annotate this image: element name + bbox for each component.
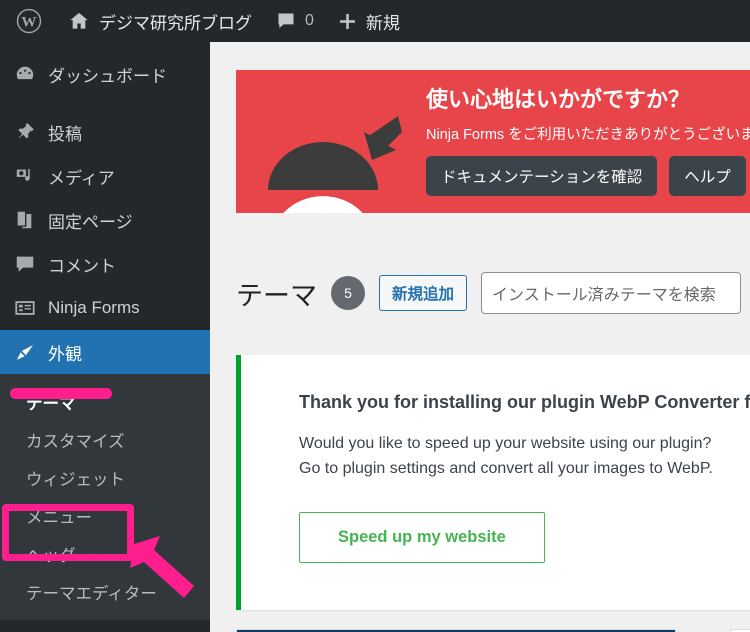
ninja-forms-notice-subtitle: Ninja Forms をご利用いただきありがとうございます。: [426, 126, 750, 143]
dashboard-gauge-icon: [16, 66, 34, 80]
pin-icon: [17, 123, 34, 139]
media-camera-icon: [16, 169, 30, 181]
new-content-label: 新規: [365, 13, 400, 33]
content-area: 使い心地はいかがですか？ Ninja Forms をご利用いただきありがとうござ…: [210, 42, 750, 632]
sidebar-item-media[interactable]: メディア: [0, 154, 210, 198]
sidebar-item-posts[interactable]: 投稿: [0, 110, 210, 154]
annotation-box-menus: [2, 504, 134, 561]
appearance-brush-icon: [16, 345, 34, 360]
plus-icon: [339, 13, 355, 29]
sidebar-item-label: ダッシュボード: [48, 66, 167, 86]
ninja-forms-notice-buttons: ドキュメンテーションを確認 ヘルプ: [426, 155, 750, 196]
wordpress-logo-button[interactable]: W: [0, 0, 56, 42]
wordpress-logo-icon: W: [16, 8, 42, 34]
submenu-item-customize[interactable]: カスタマイズ: [0, 421, 210, 459]
comments-menu[interactable]: 0: [264, 0, 326, 42]
admin-bar: W デジマ研究所ブログ 0 新規: [0, 0, 750, 42]
documentation-button[interactable]: ドキュメンテーションを確認: [426, 155, 658, 196]
comment-bubble-icon: [278, 13, 294, 29]
sidebar-item-label: 外観: [48, 344, 82, 364]
help-button[interactable]: ヘルプ: [669, 155, 746, 196]
site-name-menu[interactable]: デジマ研究所ブログ: [56, 0, 264, 42]
sidebar-item-appearance[interactable]: 外観: [0, 330, 218, 374]
home-icon: [70, 12, 88, 29]
comment-bubble-icon: [16, 256, 34, 272]
new-content-menu[interactable]: 新規: [326, 0, 412, 42]
svg-text:W: W: [21, 13, 36, 30]
wordpress-admin-screen: W デジマ研究所ブログ 0 新規 ダッシュボード 投稿 メディア 固定ページ コ…: [0, 0, 750, 632]
ninja-forms-notice-body: 使い心地はいかがですか？ Ninja Forms をご利用いただきありがとうござ…: [426, 86, 750, 196]
sidebar-item-label: メディア: [48, 168, 115, 188]
speed-up-website-button[interactable]: Speed up my website: [299, 512, 545, 563]
theme-count-badge: 5: [331, 276, 365, 310]
page-title: テーマ: [236, 280, 317, 311]
submenu-item-widgets[interactable]: ウィジェット: [0, 459, 210, 497]
ninja-mascot-icon: [268, 116, 402, 213]
sidebar-item-label: 固定ページ: [48, 212, 133, 232]
sidebar-item-dashboard[interactable]: ダッシュボード: [0, 52, 210, 96]
webp-notice-line-2: Go to plugin settings and convert all yo…: [299, 460, 713, 477]
webp-converter-notice: Thank you for installing our plugin WebP…: [236, 355, 750, 610]
pages-icon: [17, 211, 32, 229]
sidebar-item-pages[interactable]: 固定ページ: [0, 198, 210, 242]
ninja-forms-notice: 使い心地はいかがですか？ Ninja Forms をご利用いただきありがとうござ…: [236, 70, 750, 213]
sidebar-item-label: 投稿: [48, 124, 82, 144]
webp-notice-title: Thank you for installing our plugin WebP…: [299, 392, 750, 412]
sidebar-menu: ダッシュボード 投稿 メディア 固定ページ コメント Ninja Forms 外…: [0, 42, 218, 374]
ninja-forms-notice-title: 使い心地はいかがですか？: [426, 87, 691, 112]
webp-notice-line-1: Would you like to speed up your website …: [299, 435, 712, 452]
annotation-arrow-pointer-icon: [130, 536, 194, 598]
sidebar-item-label: Ninja Forms: [48, 298, 140, 317]
site-name-label: デジマ研究所ブログ: [99, 13, 252, 33]
themes-header: テーマ 5 新規追加 インストール済みテーマを検索: [236, 272, 742, 314]
add-new-theme-button[interactable]: 新規追加: [379, 275, 468, 311]
forms-list-icon: [15, 301, 35, 315]
annotation-underline-appearance: [10, 388, 112, 399]
search-themes-input[interactable]: インストール済みテーマを検索: [481, 272, 742, 314]
sidebar-item-label: コメント: [48, 256, 116, 276]
comment-count: 0: [305, 12, 314, 29]
sidebar-item-comments[interactable]: コメント: [0, 242, 210, 286]
sidebar-item-ninja-forms[interactable]: Ninja Forms: [0, 286, 210, 330]
